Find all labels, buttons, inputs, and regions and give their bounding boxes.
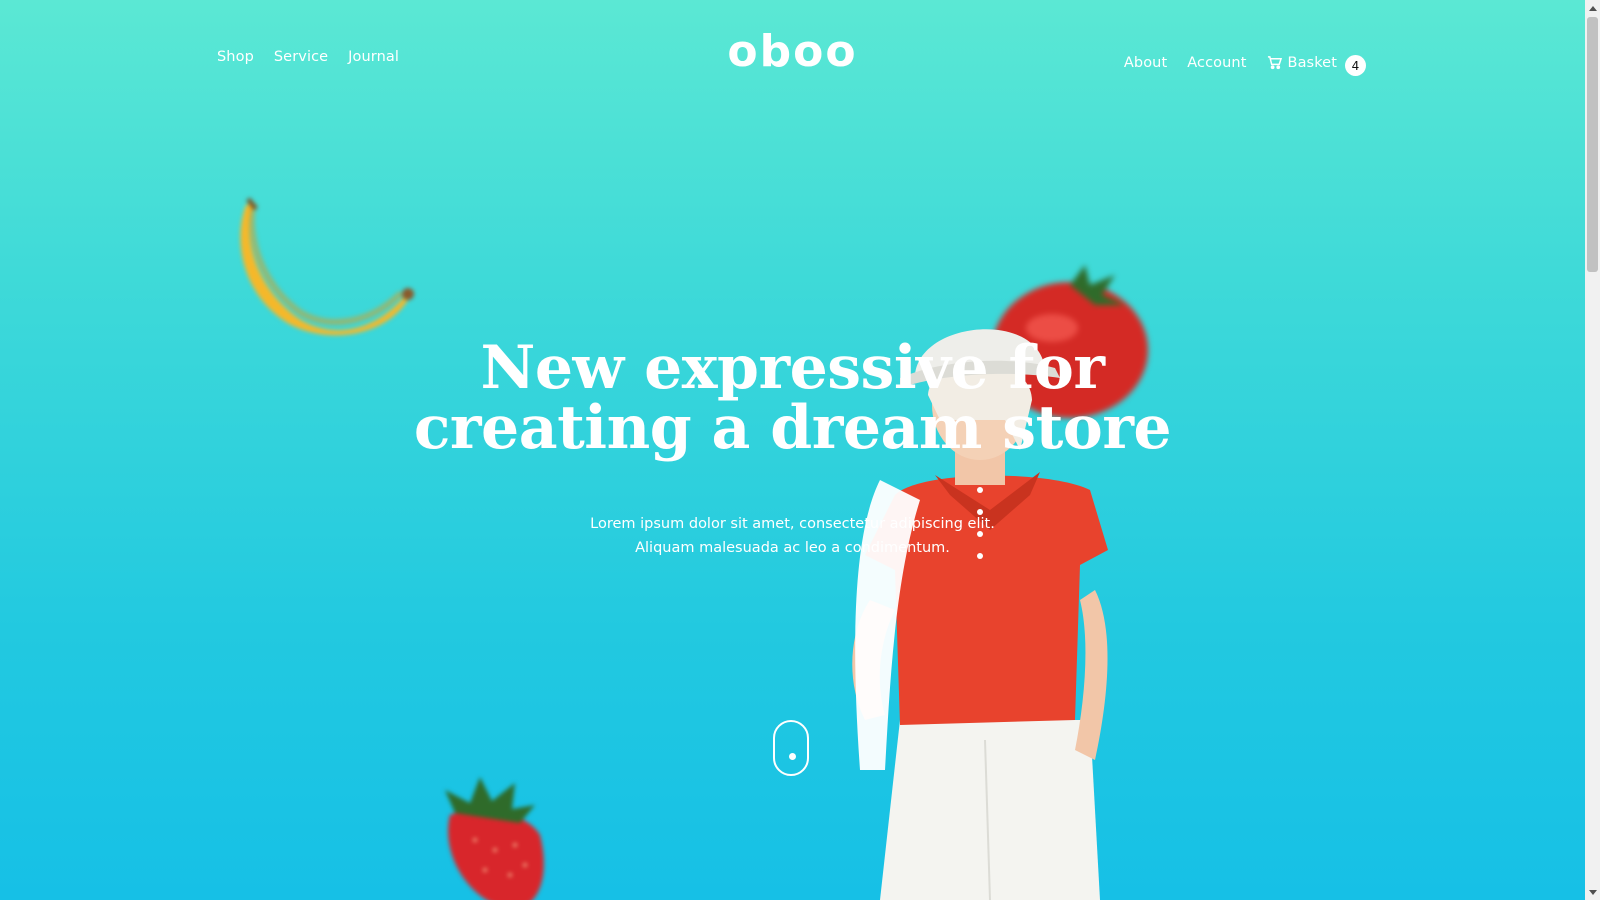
secondary-nav: About Account Basket 4 <box>1124 49 1366 76</box>
scroll-up-arrow-icon[interactable] <box>1585 0 1600 15</box>
hero-subtitle: Lorem ipsum dolor sit amet, consectetur … <box>590 516 995 556</box>
page-viewport: Shop Service Journal oboo About Account … <box>0 0 1585 900</box>
cart-icon <box>1267 55 1282 70</box>
scroll-thumb[interactable] <box>1587 17 1598 272</box>
strawberry-image <box>445 777 544 900</box>
nav-link-about[interactable]: About <box>1124 55 1167 71</box>
basket-count-badge: 4 <box>1345 55 1366 76</box>
hero-title-line-2: creating a dream store <box>413 393 1172 463</box>
banana-image <box>240 197 414 336</box>
nav-link-account[interactable]: Account <box>1187 55 1246 71</box>
hero-title: New expressive for creating a dream stor… <box>0 338 1585 458</box>
basket-label: Basket <box>1287 54 1337 71</box>
mouse-scroll-icon[interactable] <box>773 720 809 776</box>
page-scrollbar[interactable] <box>1585 0 1600 900</box>
scroll-down-arrow-icon[interactable] <box>1585 885 1600 900</box>
mouse-scroll-dot <box>789 753 796 760</box>
basket-link[interactable]: Basket 4 <box>1267 49 1366 76</box>
